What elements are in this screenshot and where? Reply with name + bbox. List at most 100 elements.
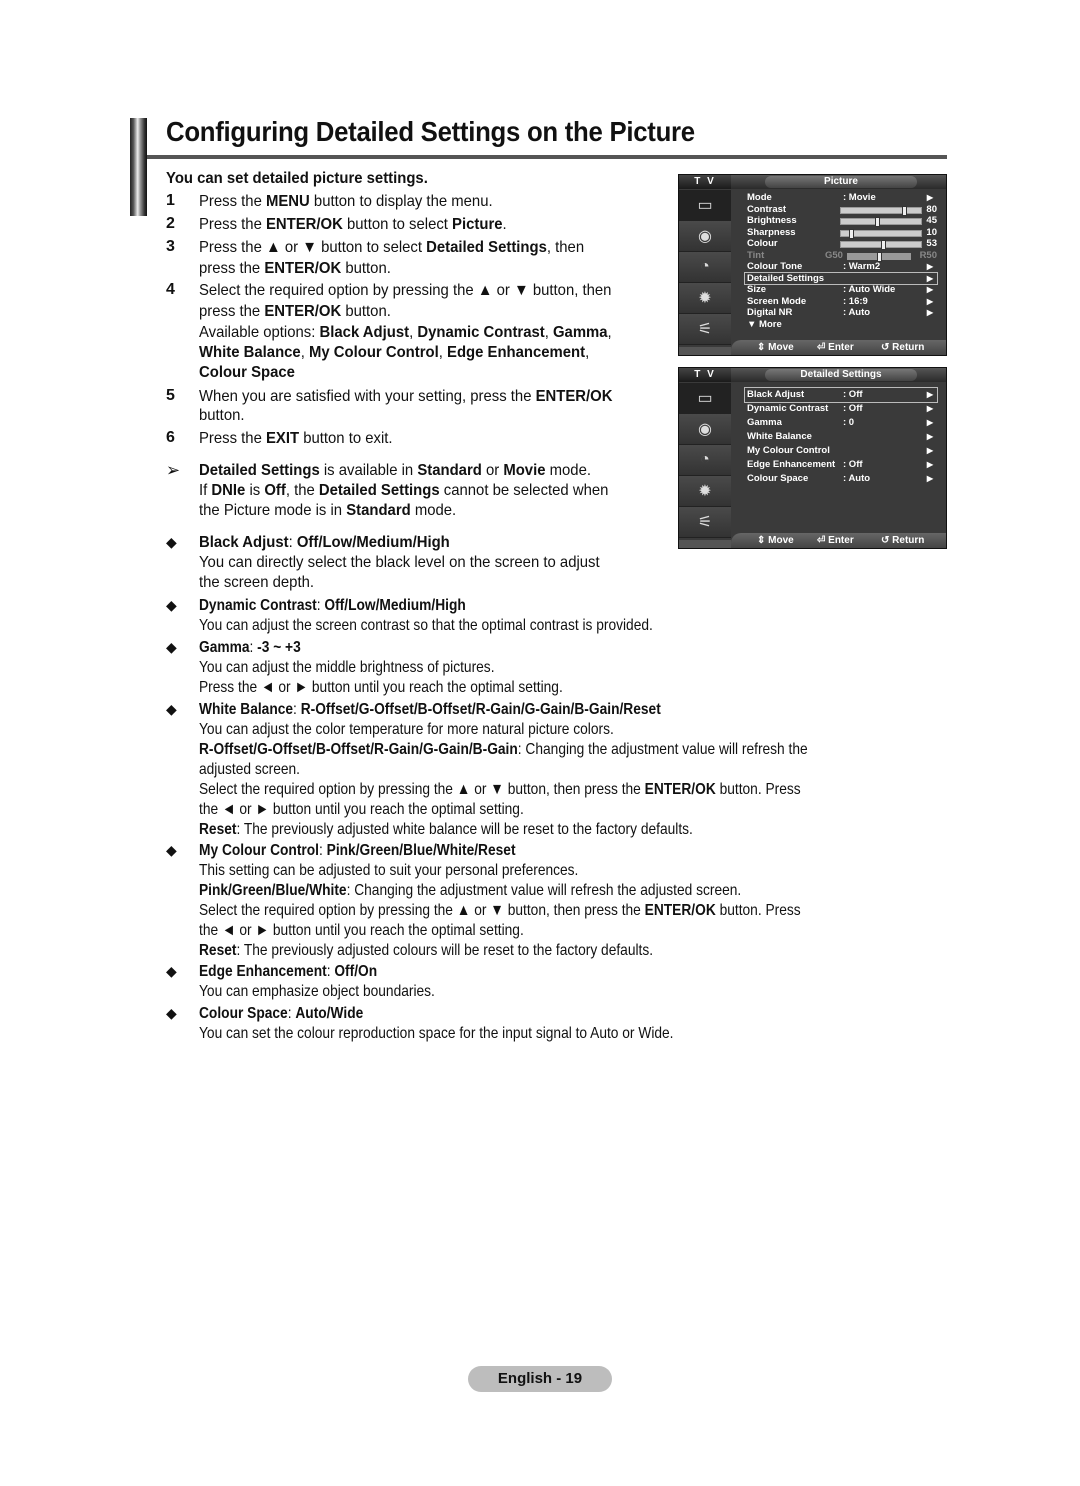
return-hint: ↺ Return [881,535,925,546]
menu-row[interactable]: Digital NR: Auto ▶ [745,307,937,319]
menu-row[interactable]: Colour Space: Auto ▶ [745,472,937,486]
channel-icon-glyph: ◔ [700,451,710,468]
chevron-right-icon: ▶ [926,418,933,427]
menu-row-label: Sharpness [747,226,796,238]
option-description: the screen depth. [199,574,314,591]
option-heading: Colour Space: Auto/Wide [199,1005,364,1022]
option-description: adjusted screen. [199,761,300,778]
option-heading: Black Adjust: Off/Low/Medium/High [199,534,450,551]
setup-icon[interactable]: ✹ [679,283,731,314]
chevron-right-icon: ▶ [926,285,933,294]
chevron-right-icon: ▶ [926,390,933,399]
input-icon[interactable]: ⚟ [679,314,731,345]
option-description: Press the ◄ or ► button until you reach … [199,679,563,696]
value-slider[interactable] [840,205,922,216]
menu-row[interactable]: Dynamic Contrast: Off ▶ [745,402,937,416]
menu-row[interactable]: Tint G50 R50 [745,250,937,262]
menu-row[interactable]: ▼ More [745,319,937,331]
step-text: Press the EXIT button to exit. [199,430,393,447]
step-text: press the ENTER/OK button. [199,303,391,320]
menu-row-label: Detailed Settings [747,272,825,284]
step-number: 3 [166,238,175,255]
value-slider[interactable] [840,240,922,250]
tint-left-label: G50 [825,249,843,261]
menu-row[interactable]: Edge Enhancement: Off ▶ [745,458,937,472]
channel-icon-glyph: ◔ [700,258,710,275]
menu-row[interactable]: Mode: Movie ▶ [745,192,937,204]
menu-row-value: : Off [843,389,863,400]
sound-icon[interactable]: ◉ [679,414,731,445]
chevron-right-icon: ▶ [926,308,933,317]
enter-hint: ⏎ Enter [817,342,854,353]
menu-row-value: : 16:9 [843,295,868,307]
step-text: Select the required option by pressing t… [199,282,612,299]
move-hint: ⇕ Move [757,342,794,353]
option-description: You can adjust the middle brightness of … [199,659,495,676]
step-text: Press the ENTER/OK button to select Pict… [199,216,507,233]
slider-value: 45 [926,215,937,226]
menu-row[interactable]: Detailed Settings ▶ [744,271,938,285]
intro-text: You can set detailed picture settings. [166,170,428,187]
menu-row[interactable]: Screen Mode : 16:9 ▶ [745,296,937,308]
option-description: Pink/Green/Blue/White: Changing the adju… [199,882,742,899]
option-description: You can directly select the black level … [199,554,600,571]
menu-row-label: Contrast [747,203,787,215]
value-slider[interactable] [840,228,922,239]
menu-row[interactable]: White Balance ▶ [745,430,937,444]
picture-icon[interactable]: ▭ [679,190,731,221]
channel-icon[interactable]: ◔ [679,252,731,283]
menu-row-label: Screen Mode [747,295,807,307]
sound-icon[interactable]: ◉ [679,221,731,252]
setup-icon-glyph: ✹ [698,483,712,500]
bullet-diamond-icon: ◆ [166,963,177,979]
option-description: This setting can be adjusted to suit you… [199,862,579,879]
step-text: Colour Space [199,364,295,381]
option-description: Select the required option by pressing t… [199,781,801,798]
slider-knob[interactable] [881,240,887,250]
menu-row-value: : Auto [843,307,871,318]
menu-row-value: : Movie [843,192,876,203]
step-text: button. [199,407,245,424]
page-number-badge: English - 19 [468,1366,612,1392]
option-heading: White Balance: R-Offset/G-Offset/B-Offse… [199,701,661,718]
menu-row[interactable]: Contrast 80 [745,204,937,216]
setup-icon[interactable]: ✹ [679,476,731,507]
menu-row[interactable]: Size: Auto Wide ▶ [745,284,937,296]
chevron-right-icon: ▶ [926,446,933,455]
option-description: R-Offset/G-Offset/B-Offset/R-Gain/G-Gain… [199,741,808,758]
menu-row-label: Colour Space [747,473,809,484]
menu-row-label: Edge Enhancement [747,459,836,470]
bullet-diamond-icon: ◆ [166,842,177,858]
menu-row[interactable]: Gamma: 0 ▶ [745,416,937,430]
menu-row-label: Black Adjust [747,389,805,400]
menu-row[interactable]: Brightness 45 [745,215,937,227]
bullet-diamond-icon: ◆ [166,597,177,613]
bullet-diamond-icon: ◆ [166,1005,177,1021]
chevron-right-icon: ▶ [926,432,933,441]
picture-icon[interactable]: ▭ [679,383,731,414]
menu-row[interactable]: Colour 53 [745,238,937,250]
slider-knob[interactable] [848,228,854,239]
option-heading: Dynamic Contrast: Off/Low/Medium/High [199,597,466,614]
option-heading: My Colour Control: Pink/Green/Blue/White… [199,842,516,859]
menu-row[interactable]: My Colour Control ▶ [745,444,937,458]
menu-row-label: ▼ More [747,318,782,330]
menu-row[interactable]: Sharpness 10 [745,227,937,239]
sound-icon-glyph: ◉ [698,228,712,245]
menu-row-label: Size [747,284,767,295]
slider-knob[interactable] [901,205,907,216]
tv-label: T V [679,175,731,189]
step-number: 4 [166,281,175,298]
menu-row-label: Dynamic Contrast [747,403,829,414]
value-slider[interactable] [840,217,922,227]
slider-knob[interactable] [875,217,881,227]
slider-value: 53 [926,238,937,249]
menu-row[interactable]: Colour Tone: Warm2 ▶ [745,261,937,273]
channel-icon[interactable]: ◔ [679,445,731,476]
input-icon[interactable]: ⚟ [679,507,731,538]
menu-row-value: : Auto [843,473,871,484]
menu-row[interactable]: Black Adjust : Off ▶ [744,387,938,403]
chevron-right-icon: ▶ [926,296,933,306]
menu-bottom-strip [679,347,731,355]
option-description: You can adjust the color temperature for… [199,721,614,738]
